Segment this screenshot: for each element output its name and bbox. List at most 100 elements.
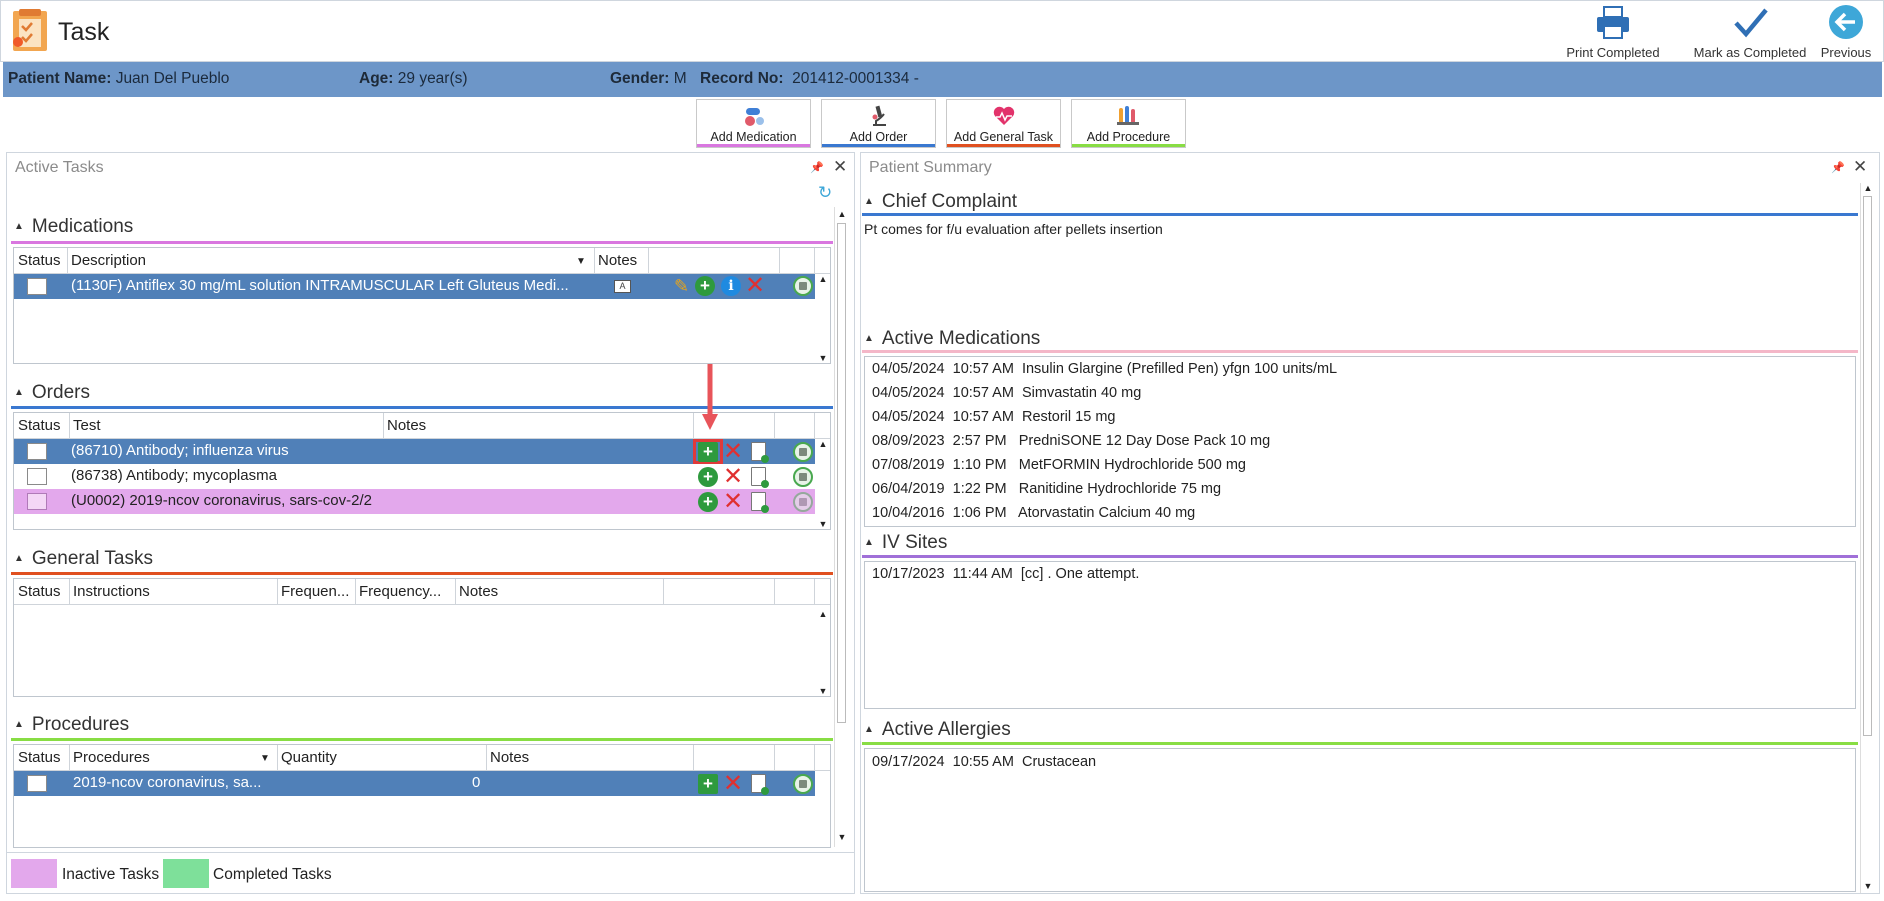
- medication-list-item: 06/04/2019 1:22 PM Ranitidine Hydrochlor…: [872, 481, 1222, 497]
- delete-icon[interactable]: ✕: [723, 490, 743, 514]
- col-status[interactable]: Status: [18, 749, 61, 766]
- col-status[interactable]: Status: [18, 417, 61, 434]
- iv-sites-header[interactable]: ▲ IV Sites: [864, 532, 947, 554]
- col-description[interactable]: Description: [71, 252, 146, 269]
- arrow-left-icon: [1818, 4, 1874, 42]
- col-test[interactable]: Test: [73, 417, 101, 434]
- general-tasks-section-header[interactable]: ▲ General Tasks: [14, 548, 153, 570]
- delete-icon[interactable]: ✕: [723, 772, 743, 796]
- scroll-up-arrow[interactable]: ▲: [816, 274, 830, 284]
- scroll-up-arrow[interactable]: ▲: [816, 609, 830, 619]
- scroll-down-arrow[interactable]: ▼: [835, 832, 849, 842]
- refresh-icon[interactable]: ↻: [818, 183, 832, 203]
- status-checkbox[interactable]: [27, 493, 47, 510]
- cycle-icon[interactable]: [793, 467, 813, 487]
- delete-icon[interactable]: ✕: [723, 440, 743, 464]
- patient-gender: Gender: M: [610, 70, 687, 87]
- delete-icon[interactable]: ✕: [745, 274, 765, 298]
- add-icon[interactable]: +: [698, 442, 718, 462]
- cycle-icon[interactable]: [793, 276, 813, 296]
- medications-scrollbar[interactable]: ▲ ▼: [816, 274, 830, 363]
- active-medications-header[interactable]: ▲ Active Medications: [864, 328, 1040, 350]
- document-icon[interactable]: [751, 442, 769, 463]
- procedures-section-header[interactable]: ▲ Procedures: [14, 714, 129, 736]
- col-notes[interactable]: Notes: [459, 583, 498, 600]
- note-icon[interactable]: A: [614, 280, 631, 293]
- cycle-icon[interactable]: [793, 492, 813, 512]
- col-status[interactable]: Status: [18, 252, 61, 269]
- add-procedure-button[interactable]: Add Procedure: [1071, 99, 1186, 148]
- patient-summary-scrollbar[interactable]: ▲ ▼: [1860, 183, 1874, 893]
- mark-as-completed-button[interactable]: Mark as Completed: [1692, 4, 1808, 60]
- order-row[interactable]: (86738) Antibody; mycoplasma + ✕: [14, 464, 815, 489]
- status-checkbox[interactable]: [27, 775, 47, 792]
- delete-icon[interactable]: ✕: [723, 465, 743, 489]
- general-tasks-grid-header: Status Instructions Frequen... Frequency…: [14, 579, 830, 605]
- status-checkbox[interactable]: [27, 443, 47, 460]
- status-checkbox[interactable]: [27, 468, 47, 485]
- scroll-up-arrow[interactable]: ▲: [1861, 183, 1875, 193]
- orders-scrollbar[interactable]: ▲ ▼: [816, 439, 830, 529]
- pencil-icon[interactable]: ✎: [674, 276, 689, 296]
- scroll-down-arrow[interactable]: ▼: [816, 519, 830, 529]
- previous-label: Previous: [1820, 45, 1872, 60]
- add-icon[interactable]: +: [698, 774, 718, 794]
- add-medication-button[interactable]: Add Medication: [696, 99, 811, 148]
- col-quantity[interactable]: Quantity: [281, 749, 337, 766]
- active-tasks-scrollbar[interactable]: ▲: [834, 207, 848, 847]
- pin-icon[interactable]: 📌: [810, 161, 824, 174]
- scroll-up-arrow[interactable]: ▲: [816, 439, 830, 449]
- order-row-inactive[interactable]: (U0002) 2019-ncov coronavirus, sars-cov-…: [14, 489, 815, 514]
- chief-complaint-header[interactable]: ▲ Chief Complaint: [864, 191, 1017, 213]
- general-tasks-scrollbar[interactable]: ▲ ▼: [816, 605, 830, 696]
- procedure-quantity: 0: [472, 774, 481, 791]
- col-notes[interactable]: Notes: [490, 749, 529, 766]
- document-icon[interactable]: [751, 774, 769, 795]
- medications-grid: Status Description ▼ Notes (1130F) Antif…: [13, 247, 831, 364]
- pin-icon[interactable]: 📌: [1831, 161, 1845, 174]
- add-order-button[interactable]: Add Order: [821, 99, 936, 148]
- window-title: Task: [58, 18, 110, 46]
- close-icon[interactable]: ✕: [1853, 157, 1867, 177]
- sort-arrow-icon[interactable]: ▼: [576, 256, 586, 267]
- scroll-down-arrow[interactable]: ▼: [816, 686, 830, 696]
- document-icon[interactable]: [751, 467, 769, 488]
- col-notes[interactable]: Notes: [387, 417, 426, 434]
- medications-section-header[interactable]: ▲ Medications: [14, 216, 133, 238]
- printer-icon: [1552, 4, 1674, 42]
- medication-row[interactable]: (1130F) Antiflex 30 mg/mL solution INTRA…: [14, 274, 815, 299]
- col-frequency[interactable]: Frequen...: [281, 583, 349, 600]
- sort-arrow-icon[interactable]: ▼: [260, 753, 270, 764]
- add-general-task-button[interactable]: Add General Task: [946, 99, 1061, 148]
- add-icon[interactable]: +: [695, 276, 715, 296]
- allergy-item: 09/17/2024 10:55 AM Crustacean: [872, 754, 1097, 770]
- status-checkbox[interactable]: [27, 278, 47, 295]
- scroll-thumb[interactable]: [1863, 196, 1872, 736]
- add-icon[interactable]: +: [698, 492, 718, 512]
- scroll-down-arrow[interactable]: ▼: [1861, 881, 1875, 891]
- col-notes[interactable]: Notes: [598, 252, 637, 269]
- scroll-thumb[interactable]: [837, 223, 846, 723]
- add-order-label: Add Order: [849, 130, 908, 144]
- orders-section-header[interactable]: ▲ Orders: [14, 382, 90, 404]
- col-instructions[interactable]: Instructions: [73, 583, 150, 600]
- scroll-down-arrow[interactable]: ▼: [816, 353, 830, 363]
- chief-complaint-text: Pt comes for f/u evaluation after pellet…: [864, 221, 1163, 237]
- col-procedures[interactable]: Procedures: [73, 749, 150, 766]
- col-frequency-unit[interactable]: Frequency...: [359, 583, 441, 600]
- medication-list-item: 10/04/2016 1:06 PM Atorvastatin Calcium …: [872, 505, 1196, 521]
- add-icon[interactable]: +: [698, 467, 718, 487]
- active-allergies-header[interactable]: ▲ Active Allergies: [864, 719, 1011, 741]
- order-row[interactable]: (86710) Antibody; influenza virus + ✕: [14, 439, 815, 464]
- cycle-icon[interactable]: [793, 774, 813, 794]
- completed-legend-label: Completed Tasks: [213, 866, 332, 883]
- info-icon[interactable]: i: [721, 276, 741, 296]
- close-icon[interactable]: ✕: [833, 157, 847, 177]
- col-status[interactable]: Status: [18, 583, 61, 600]
- medication-list-item: 07/08/2019 1:10 PM MetFORMIN Hydrochlori…: [872, 457, 1246, 473]
- procedure-row[interactable]: 2019-ncov coronavirus, sa... 0 + ✕: [14, 771, 815, 796]
- previous-button[interactable]: Previous: [1818, 4, 1874, 60]
- document-icon[interactable]: [751, 492, 769, 513]
- cycle-icon[interactable]: [793, 442, 813, 462]
- scroll-up-arrow[interactable]: ▲: [835, 209, 849, 219]
